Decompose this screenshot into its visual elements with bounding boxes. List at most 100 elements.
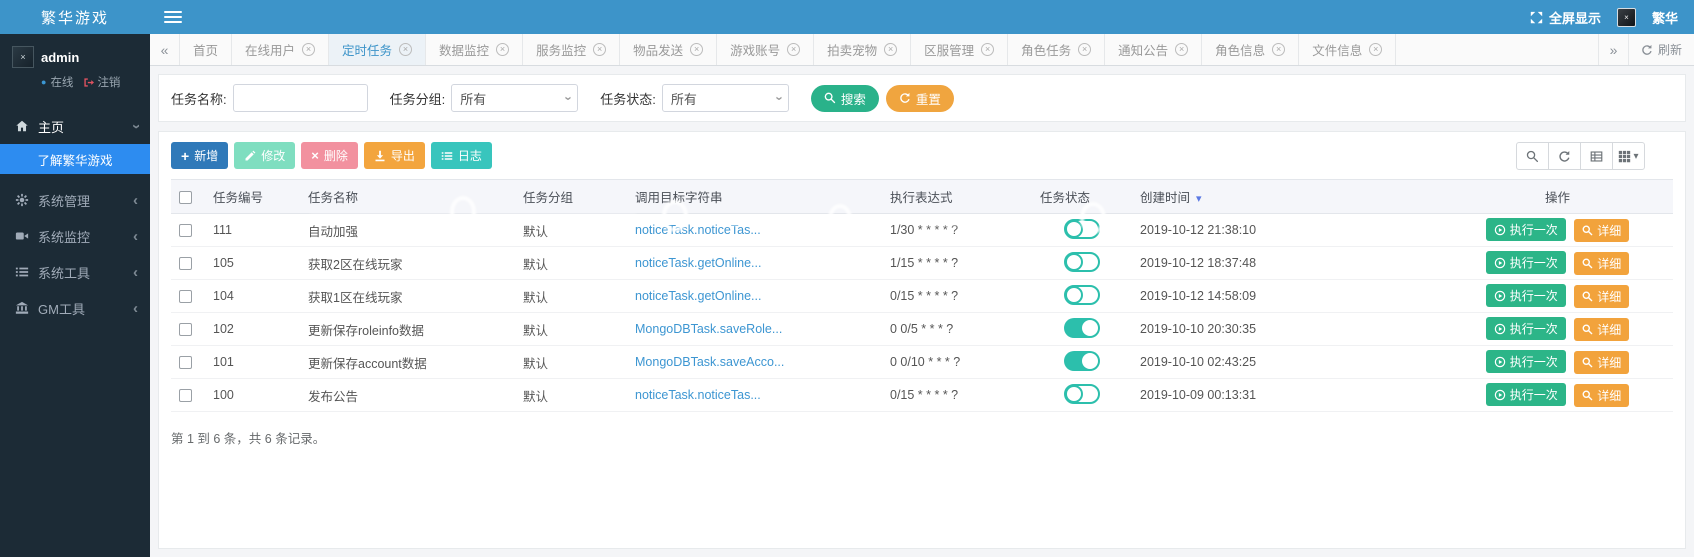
col-task-group[interactable]: 任务分组 [515, 180, 627, 214]
task-group-cell: 默认 [515, 214, 627, 247]
sidebar-item-system-monitor[interactable]: 系统监控 ‹ [0, 218, 150, 254]
tab[interactable]: 文件信息× [1299, 34, 1396, 65]
sidebar-subitem-about[interactable]: 了解繁华游戏 [0, 144, 150, 174]
task-target-link[interactable]: MongoDBTask.saveRole... [635, 322, 782, 336]
tab[interactable]: 物品发送× [620, 34, 717, 65]
tab[interactable]: 角色信息× [1202, 34, 1299, 65]
tab-close-icon[interactable]: × [1078, 43, 1091, 56]
col-target[interactable]: 调用目标字符串 [627, 180, 882, 214]
col-task-id[interactable]: 任务编号 [205, 180, 300, 214]
table-search-button[interactable] [1516, 142, 1549, 170]
status-toggle[interactable] [1064, 384, 1100, 404]
run-once-button[interactable]: 执行一次 [1486, 284, 1566, 307]
tab[interactable]: 角色任务× [1008, 34, 1105, 65]
run-once-button[interactable]: 执行一次 [1486, 350, 1566, 373]
logout-link[interactable]: 注销 [83, 74, 120, 90]
run-once-label: 执行一次 [1510, 353, 1558, 370]
sidebar-item-home[interactable]: 主页 ‹ [0, 108, 150, 144]
col-created[interactable]: 创建时间▾ [1132, 180, 1442, 214]
created-cell: 2019-10-12 14:58:09 [1132, 280, 1442, 313]
task-target-link[interactable]: noticeTask.getOnline... [635, 256, 761, 270]
tab-close-icon[interactable]: × [496, 43, 509, 56]
row-checkbox[interactable] [179, 323, 192, 336]
tab-close-icon[interactable]: × [1369, 43, 1382, 56]
task-target-link[interactable]: noticeTask.noticeTas... [635, 388, 761, 402]
sidebar-toggle-button[interactable] [164, 8, 182, 26]
task-id-cell: 104 [205, 280, 300, 313]
table-refresh-button[interactable] [1548, 142, 1581, 170]
task-group-select[interactable]: 所有 ‹ [451, 84, 578, 112]
tab-close-icon[interactable]: × [593, 43, 606, 56]
tab-close-icon[interactable]: × [981, 43, 994, 56]
detail-button[interactable]: 详细 [1574, 285, 1629, 308]
select-all-checkbox[interactable] [179, 191, 192, 204]
detail-button[interactable]: 详细 [1574, 351, 1629, 374]
log-button[interactable]: 日志 [431, 142, 492, 169]
task-target-link[interactable]: noticeTask.noticeTas... [635, 223, 761, 237]
status-toggle[interactable] [1064, 285, 1100, 305]
search-button[interactable]: 搜索 [811, 85, 879, 112]
task-name-input[interactable] [233, 84, 368, 112]
tab-close-icon[interactable]: × [690, 43, 703, 56]
sidebar-item-gm-tools[interactable]: GM工具 ‹ [0, 290, 150, 326]
tab-close-icon[interactable]: × [399, 43, 412, 56]
topbar-avatar[interactable]: × [1617, 8, 1636, 27]
run-once-button[interactable]: 执行一次 [1486, 251, 1566, 274]
tab[interactable]: 定时任务× [329, 34, 426, 65]
row-checkbox[interactable] [179, 356, 192, 369]
table-columns-button[interactable]: ▾ [1612, 142, 1645, 170]
search-icon [1582, 390, 1593, 401]
tab[interactable]: 游戏账号× [717, 34, 814, 65]
row-checkbox[interactable] [179, 389, 192, 402]
table-view-toggle-button[interactable] [1580, 142, 1613, 170]
sidebar-item-system-management[interactable]: 系统管理 ‹ [0, 182, 150, 218]
run-once-button[interactable]: 执行一次 [1486, 383, 1566, 406]
edit-button[interactable]: 修改 [234, 142, 295, 169]
tab[interactable]: 拍卖宠物× [814, 34, 911, 65]
run-once-button[interactable]: 执行一次 [1486, 317, 1566, 340]
detail-button[interactable]: 详细 [1574, 384, 1629, 407]
tab[interactable]: 首页 [180, 34, 232, 65]
tabs-scroll-left-button[interactable]: « [150, 34, 180, 65]
col-status[interactable]: 任务状态 [1032, 180, 1132, 214]
fullscreen-button[interactable]: 全屏显示 [1530, 8, 1601, 27]
tab[interactable]: 通知公告× [1105, 34, 1202, 65]
run-once-button[interactable]: 执行一次 [1486, 218, 1566, 241]
add-button[interactable]: + 新增 [171, 142, 228, 169]
reset-button[interactable]: 重置 [886, 85, 954, 112]
col-task-name[interactable]: 任务名称 [300, 180, 515, 214]
tabs-refresh-button[interactable]: 刷新 [1628, 34, 1694, 65]
task-name-cell: 获取2区在线玩家 [300, 247, 515, 280]
detail-button[interactable]: 详细 [1574, 318, 1629, 341]
status-toggle[interactable] [1064, 318, 1100, 338]
delete-button[interactable]: × 删除 [301, 142, 358, 169]
tab-close-icon[interactable]: × [1175, 43, 1188, 56]
col-cron[interactable]: 执行表达式 [882, 180, 1032, 214]
tabs-scroll-right-button[interactable]: » [1598, 34, 1628, 65]
tab[interactable]: 在线用户× [232, 34, 329, 65]
task-status-select[interactable]: 所有 ‹ [662, 84, 789, 112]
export-button[interactable]: 导出 [364, 142, 425, 169]
tab-close-icon[interactable]: × [302, 43, 315, 56]
tab-close-icon[interactable]: × [1272, 43, 1285, 56]
sidebar-item-system-tools[interactable]: 系统工具 ‹ [0, 254, 150, 290]
tab-close-icon[interactable]: × [787, 43, 800, 56]
task-target-link[interactable]: noticeTask.getOnline... [635, 289, 761, 303]
tab[interactable]: 数据监控× [426, 34, 523, 65]
sidebar-item-label: 系统管理 [38, 191, 125, 210]
status-toggle[interactable] [1064, 351, 1100, 371]
tab[interactable]: 区服管理× [911, 34, 1008, 65]
chevron-left-icon: ‹ [133, 301, 138, 316]
status-toggle[interactable] [1064, 252, 1100, 272]
topbar-username[interactable]: 繁华 [1652, 8, 1678, 27]
row-checkbox[interactable] [179, 224, 192, 237]
sort-caret-icon[interactable]: ▾ [1196, 193, 1202, 205]
detail-button[interactable]: 详细 [1574, 219, 1629, 242]
task-target-link[interactable]: MongoDBTask.saveAcco... [635, 355, 784, 369]
status-toggle[interactable] [1064, 219, 1100, 239]
tab[interactable]: 服务监控× [523, 34, 620, 65]
tab-close-icon[interactable]: × [884, 43, 897, 56]
detail-button[interactable]: 详细 [1574, 252, 1629, 275]
row-checkbox[interactable] [179, 290, 192, 303]
row-checkbox[interactable] [179, 257, 192, 270]
